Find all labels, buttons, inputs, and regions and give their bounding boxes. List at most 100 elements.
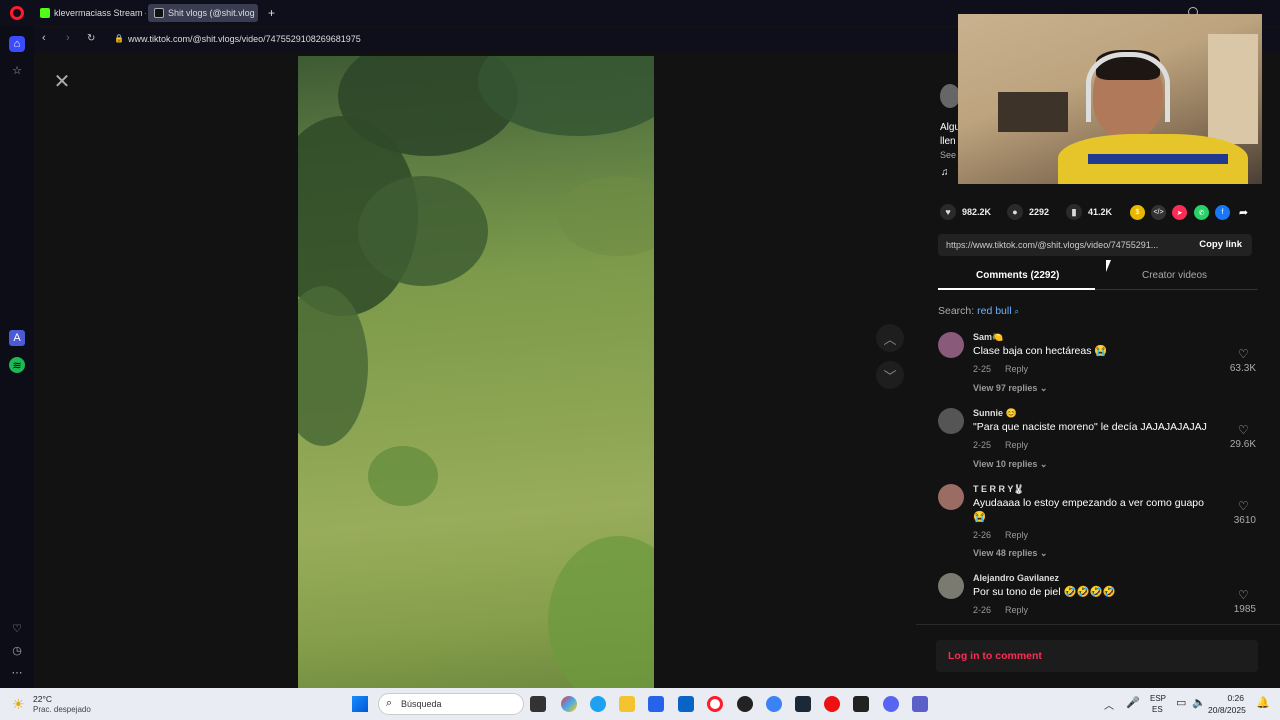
start-icon[interactable]: [352, 696, 368, 712]
comment-button[interactable]: ● 2292: [1007, 204, 1049, 220]
mouse-cursor: [1106, 260, 1116, 272]
tiktok-icon: [154, 8, 164, 18]
opera-logo-icon[interactable]: [10, 6, 24, 20]
reply-button[interactable]: Reply: [1005, 605, 1028, 615]
like-button[interactable]: ♥ 982.2K: [940, 204, 991, 220]
like-comment-icon[interactable]: ♡: [1238, 423, 1249, 437]
share-arrow-icon[interactable]: ➦: [1236, 205, 1251, 220]
language-region[interactable]: ES: [1152, 705, 1163, 714]
network-icon[interactable]: ▭: [1176, 696, 1186, 709]
weather-desc[interactable]: Prac. despejado: [33, 705, 91, 714]
comment-username[interactable]: Alejandro Gavilanez: [973, 573, 1059, 583]
reload-icon[interactable]: ↻: [87, 33, 95, 44]
facebook-icon[interactable]: f: [1215, 205, 1230, 220]
epic-games-icon[interactable]: [853, 696, 869, 712]
send-icon[interactable]: ➤: [1172, 205, 1187, 220]
back-icon[interactable]: ‹: [42, 32, 46, 44]
comment-text: "Para que naciste moreno" le decía JAJAJ…: [973, 421, 1207, 433]
like-comment-icon[interactable]: ♡: [1238, 347, 1249, 361]
spotify-icon[interactable]: ≋: [9, 357, 25, 373]
close-icon[interactable]: ✕: [52, 72, 72, 92]
tab-kick-stream[interactable]: klevermaciass Stream - W: [34, 4, 146, 22]
foliage-shape: [558, 176, 654, 256]
comment-search[interactable]: Search: red bull ⌕: [938, 305, 1019, 317]
obs-icon[interactable]: [737, 696, 753, 712]
taskbar-search[interactable]: ⌕ Búsqueda: [378, 693, 524, 715]
avatar[interactable]: [938, 573, 964, 599]
view-replies-button[interactable]: View 48 replies ⌄: [973, 548, 1047, 559]
see-more-link[interactable]: See: [940, 150, 956, 160]
comment-date: 2-26: [973, 530, 992, 540]
new-tab-button[interactable]: +: [262, 4, 280, 22]
discord-icon[interactable]: [883, 696, 899, 712]
comment-text: Ayudaaaa lo estoy empezando a ver como g…: [973, 497, 1204, 523]
edge-icon[interactable]: [590, 696, 606, 712]
url-field[interactable]: www.tiktok.com/@shit.vlogs/video/7475529…: [128, 34, 361, 44]
search-icon: ⌕: [1014, 307, 1019, 316]
steam-icon[interactable]: [795, 696, 811, 712]
weather-temp[interactable]: 22°C: [33, 694, 52, 704]
share-link-text[interactable]: https://www.tiktok.com/@shit.vlogs/video…: [946, 240, 1184, 250]
search-query-link[interactable]: red bull: [977, 305, 1011, 317]
view-replies-button[interactable]: View 97 replies ⌄: [973, 383, 1047, 394]
view-replies-button[interactable]: View 10 replies ⌄: [973, 459, 1047, 470]
like-comment-icon[interactable]: ♡: [1238, 499, 1249, 513]
grass-shape: [548, 536, 654, 688]
teams-icon[interactable]: [912, 696, 928, 712]
panel-divider: [916, 624, 1280, 625]
tab-creator-videos[interactable]: Creator videos: [1142, 270, 1207, 281]
weather-icon[interactable]: ☀: [12, 696, 25, 713]
comment-username[interactable]: Sam🍋: [973, 332, 1003, 343]
copy-link-button[interactable]: Copy link: [1199, 239, 1242, 250]
clock-date[interactable]: 20/8/2025: [1208, 705, 1250, 715]
author-avatar[interactable]: [940, 84, 960, 108]
microphone-icon[interactable]: 🎤: [1126, 696, 1140, 709]
opera-icon[interactable]: [707, 696, 723, 712]
music-icon[interactable]: ♫: [941, 167, 949, 178]
window-shape: [1208, 34, 1258, 144]
comment-item: Alejandro Gavilanez Por su tono de piel …: [938, 573, 1258, 617]
app-icon[interactable]: [824, 696, 840, 712]
active-tab-indicator: [938, 288, 1095, 290]
tray-chevron-icon[interactable]: ︿: [1104, 697, 1114, 712]
outlook-icon[interactable]: [678, 696, 694, 712]
notification-bell-icon[interactable]: 🔔: [1256, 696, 1270, 709]
tab-tiktok[interactable]: Shit vlogs (@shit.vlog: [148, 4, 258, 22]
shelf-shape: [998, 92, 1068, 132]
avatar[interactable]: [938, 332, 964, 358]
coin-icon[interactable]: $: [1130, 205, 1145, 220]
folder-icon[interactable]: [619, 696, 635, 712]
comment-username[interactable]: T E R R Y🐰: [973, 484, 1025, 495]
description-line: Algu: [940, 122, 961, 133]
previous-video-button[interactable]: ︿: [876, 324, 904, 352]
whatsapp-icon[interactable]: ✆: [1194, 205, 1209, 220]
store-icon[interactable]: [648, 696, 664, 712]
like-comment-icon[interactable]: ♡: [1238, 588, 1249, 602]
copilot-icon[interactable]: [561, 696, 577, 712]
next-video-button[interactable]: ﹀: [876, 361, 904, 389]
language-code[interactable]: ESP: [1150, 694, 1166, 703]
app-icon[interactable]: [766, 696, 782, 712]
save-button[interactable]: ▮ 41.2K: [1066, 204, 1112, 220]
aria-icon[interactable]: A: [9, 330, 25, 346]
forward-icon[interactable]: ›: [66, 32, 70, 44]
home-icon[interactable]: ⌂: [9, 36, 25, 52]
reply-button[interactable]: Reply: [1005, 440, 1028, 450]
more-icon[interactable]: ⋯: [9, 664, 25, 680]
login-to-comment-button[interactable]: Log in to comment: [936, 640, 1258, 672]
comment-username[interactable]: Sunnie 😊: [973, 408, 1017, 419]
heart-icon[interactable]: ♡: [9, 620, 25, 636]
history-icon[interactable]: ◷: [9, 642, 25, 658]
comment-item: Sunnie 😊 "Para que naciste moreno" le de…: [938, 408, 1258, 470]
volume-icon[interactable]: 🔈: [1192, 696, 1206, 709]
avatar[interactable]: [938, 408, 964, 434]
tab-comments[interactable]: Comments (2292): [976, 270, 1059, 281]
embed-icon[interactable]: </>: [1151, 205, 1166, 220]
video-player[interactable]: [298, 56, 654, 688]
task-view-icon[interactable]: [530, 696, 546, 712]
avatar[interactable]: [938, 484, 964, 510]
reply-button[interactable]: Reply: [1005, 530, 1028, 540]
star-icon[interactable]: ☆: [9, 62, 25, 78]
reply-button[interactable]: Reply: [1005, 364, 1028, 374]
clock-time[interactable]: 0:26: [1208, 693, 1244, 703]
